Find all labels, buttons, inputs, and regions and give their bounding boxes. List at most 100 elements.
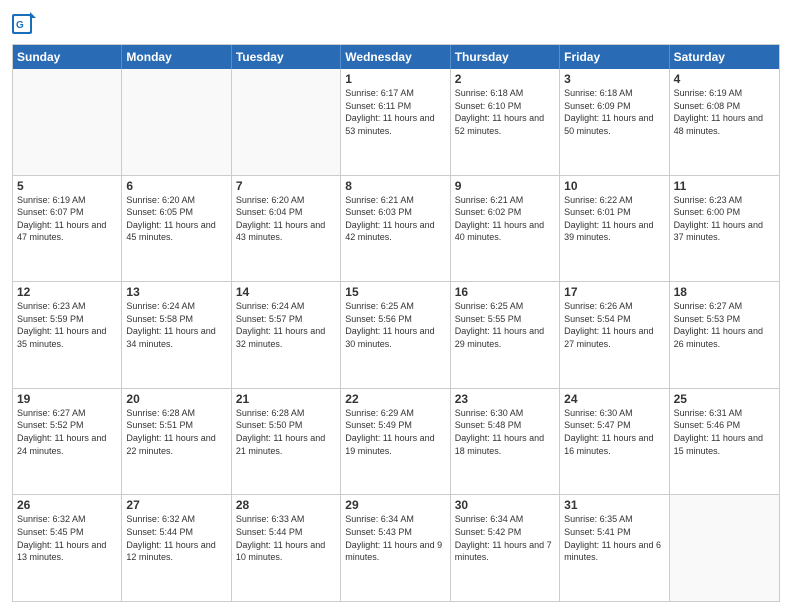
cell-info: Sunrise: 6:19 AMSunset: 6:07 PMDaylight:… (17, 194, 117, 244)
cal-cell: 8Sunrise: 6:21 AMSunset: 6:03 PMDaylight… (341, 176, 450, 282)
day-number: 25 (674, 392, 775, 406)
cal-cell: 24Sunrise: 6:30 AMSunset: 5:47 PMDayligh… (560, 389, 669, 495)
cal-cell: 5Sunrise: 6:19 AMSunset: 6:07 PMDaylight… (13, 176, 122, 282)
cal-cell: 6Sunrise: 6:20 AMSunset: 6:05 PMDaylight… (122, 176, 231, 282)
day-number: 11 (674, 179, 775, 193)
cal-cell: 1Sunrise: 6:17 AMSunset: 6:11 PMDaylight… (341, 69, 450, 175)
cal-cell: 4Sunrise: 6:19 AMSunset: 6:08 PMDaylight… (670, 69, 779, 175)
calendar-container: G SundayMondayTuesdayWednesdayThursdayFr… (0, 0, 792, 612)
cell-info: Sunrise: 6:20 AMSunset: 6:04 PMDaylight:… (236, 194, 336, 244)
day-number: 26 (17, 498, 117, 512)
svg-text:G: G (16, 20, 24, 31)
day-number: 16 (455, 285, 555, 299)
calendar-row-1: 1Sunrise: 6:17 AMSunset: 6:11 PMDaylight… (13, 69, 779, 176)
cell-info: Sunrise: 6:22 AMSunset: 6:01 PMDaylight:… (564, 194, 664, 244)
header-day-sunday: Sunday (13, 45, 122, 69)
cell-info: Sunrise: 6:34 AMSunset: 5:42 PMDaylight:… (455, 513, 555, 563)
cal-cell: 19Sunrise: 6:27 AMSunset: 5:52 PMDayligh… (13, 389, 122, 495)
header: G (12, 10, 780, 38)
calendar-row-2: 5Sunrise: 6:19 AMSunset: 6:07 PMDaylight… (13, 176, 779, 283)
cal-cell: 13Sunrise: 6:24 AMSunset: 5:58 PMDayligh… (122, 282, 231, 388)
cal-cell: 2Sunrise: 6:18 AMSunset: 6:10 PMDaylight… (451, 69, 560, 175)
cell-info: Sunrise: 6:24 AMSunset: 5:58 PMDaylight:… (126, 300, 226, 350)
header-day-thursday: Thursday (451, 45, 560, 69)
cell-info: Sunrise: 6:27 AMSunset: 5:52 PMDaylight:… (17, 407, 117, 457)
day-number: 28 (236, 498, 336, 512)
cell-info: Sunrise: 6:32 AMSunset: 5:44 PMDaylight:… (126, 513, 226, 563)
day-number: 7 (236, 179, 336, 193)
day-number: 10 (564, 179, 664, 193)
cal-cell: 12Sunrise: 6:23 AMSunset: 5:59 PMDayligh… (13, 282, 122, 388)
day-number: 18 (674, 285, 775, 299)
cal-cell: 15Sunrise: 6:25 AMSunset: 5:56 PMDayligh… (341, 282, 450, 388)
cal-cell: 30Sunrise: 6:34 AMSunset: 5:42 PMDayligh… (451, 495, 560, 601)
cal-cell: 28Sunrise: 6:33 AMSunset: 5:44 PMDayligh… (232, 495, 341, 601)
cal-cell: 21Sunrise: 6:28 AMSunset: 5:50 PMDayligh… (232, 389, 341, 495)
cell-info: Sunrise: 6:31 AMSunset: 5:46 PMDaylight:… (674, 407, 775, 457)
cal-cell: 26Sunrise: 6:32 AMSunset: 5:45 PMDayligh… (13, 495, 122, 601)
day-number: 13 (126, 285, 226, 299)
cell-info: Sunrise: 6:20 AMSunset: 6:05 PMDaylight:… (126, 194, 226, 244)
cal-cell: 7Sunrise: 6:20 AMSunset: 6:04 PMDaylight… (232, 176, 341, 282)
cal-cell (670, 495, 779, 601)
cell-info: Sunrise: 6:23 AMSunset: 6:00 PMDaylight:… (674, 194, 775, 244)
cell-info: Sunrise: 6:24 AMSunset: 5:57 PMDaylight:… (236, 300, 336, 350)
cell-info: Sunrise: 6:23 AMSunset: 5:59 PMDaylight:… (17, 300, 117, 350)
calendar-row-5: 26Sunrise: 6:32 AMSunset: 5:45 PMDayligh… (13, 495, 779, 601)
day-number: 22 (345, 392, 445, 406)
calendar-row-3: 12Sunrise: 6:23 AMSunset: 5:59 PMDayligh… (13, 282, 779, 389)
day-number: 23 (455, 392, 555, 406)
calendar-header: SundayMondayTuesdayWednesdayThursdayFrid… (13, 45, 779, 69)
logo: G (12, 10, 40, 38)
day-number: 2 (455, 72, 555, 86)
cell-info: Sunrise: 6:35 AMSunset: 5:41 PMDaylight:… (564, 513, 664, 563)
cell-info: Sunrise: 6:28 AMSunset: 5:51 PMDaylight:… (126, 407, 226, 457)
cell-info: Sunrise: 6:29 AMSunset: 5:49 PMDaylight:… (345, 407, 445, 457)
cal-cell: 3Sunrise: 6:18 AMSunset: 6:09 PMDaylight… (560, 69, 669, 175)
header-day-monday: Monday (122, 45, 231, 69)
cal-cell: 29Sunrise: 6:34 AMSunset: 5:43 PMDayligh… (341, 495, 450, 601)
calendar-body: 1Sunrise: 6:17 AMSunset: 6:11 PMDaylight… (13, 69, 779, 601)
day-number: 21 (236, 392, 336, 406)
cell-info: Sunrise: 6:30 AMSunset: 5:48 PMDaylight:… (455, 407, 555, 457)
day-number: 29 (345, 498, 445, 512)
header-day-saturday: Saturday (670, 45, 779, 69)
calendar-row-4: 19Sunrise: 6:27 AMSunset: 5:52 PMDayligh… (13, 389, 779, 496)
cell-info: Sunrise: 6:27 AMSunset: 5:53 PMDaylight:… (674, 300, 775, 350)
cal-cell: 14Sunrise: 6:24 AMSunset: 5:57 PMDayligh… (232, 282, 341, 388)
cell-info: Sunrise: 6:30 AMSunset: 5:47 PMDaylight:… (564, 407, 664, 457)
day-number: 14 (236, 285, 336, 299)
cal-cell: 23Sunrise: 6:30 AMSunset: 5:48 PMDayligh… (451, 389, 560, 495)
cell-info: Sunrise: 6:25 AMSunset: 5:56 PMDaylight:… (345, 300, 445, 350)
logo-icon: G (12, 10, 36, 38)
cell-info: Sunrise: 6:21 AMSunset: 6:02 PMDaylight:… (455, 194, 555, 244)
cal-cell: 18Sunrise: 6:27 AMSunset: 5:53 PMDayligh… (670, 282, 779, 388)
day-number: 15 (345, 285, 445, 299)
day-number: 31 (564, 498, 664, 512)
cell-info: Sunrise: 6:32 AMSunset: 5:45 PMDaylight:… (17, 513, 117, 563)
header-day-wednesday: Wednesday (341, 45, 450, 69)
day-number: 8 (345, 179, 445, 193)
cell-info: Sunrise: 6:19 AMSunset: 6:08 PMDaylight:… (674, 87, 775, 137)
cell-info: Sunrise: 6:25 AMSunset: 5:55 PMDaylight:… (455, 300, 555, 350)
day-number: 4 (674, 72, 775, 86)
cell-info: Sunrise: 6:26 AMSunset: 5:54 PMDaylight:… (564, 300, 664, 350)
day-number: 30 (455, 498, 555, 512)
cal-cell: 22Sunrise: 6:29 AMSunset: 5:49 PMDayligh… (341, 389, 450, 495)
day-number: 27 (126, 498, 226, 512)
cell-info: Sunrise: 6:21 AMSunset: 6:03 PMDaylight:… (345, 194, 445, 244)
day-number: 24 (564, 392, 664, 406)
day-number: 5 (17, 179, 117, 193)
cal-cell (122, 69, 231, 175)
cal-cell: 20Sunrise: 6:28 AMSunset: 5:51 PMDayligh… (122, 389, 231, 495)
cal-cell (232, 69, 341, 175)
header-day-tuesday: Tuesday (232, 45, 341, 69)
day-number: 19 (17, 392, 117, 406)
day-number: 1 (345, 72, 445, 86)
cell-info: Sunrise: 6:33 AMSunset: 5:44 PMDaylight:… (236, 513, 336, 563)
cal-cell: 31Sunrise: 6:35 AMSunset: 5:41 PMDayligh… (560, 495, 669, 601)
cell-info: Sunrise: 6:18 AMSunset: 6:09 PMDaylight:… (564, 87, 664, 137)
cell-info: Sunrise: 6:18 AMSunset: 6:10 PMDaylight:… (455, 87, 555, 137)
cal-cell: 9Sunrise: 6:21 AMSunset: 6:02 PMDaylight… (451, 176, 560, 282)
cal-cell: 17Sunrise: 6:26 AMSunset: 5:54 PMDayligh… (560, 282, 669, 388)
